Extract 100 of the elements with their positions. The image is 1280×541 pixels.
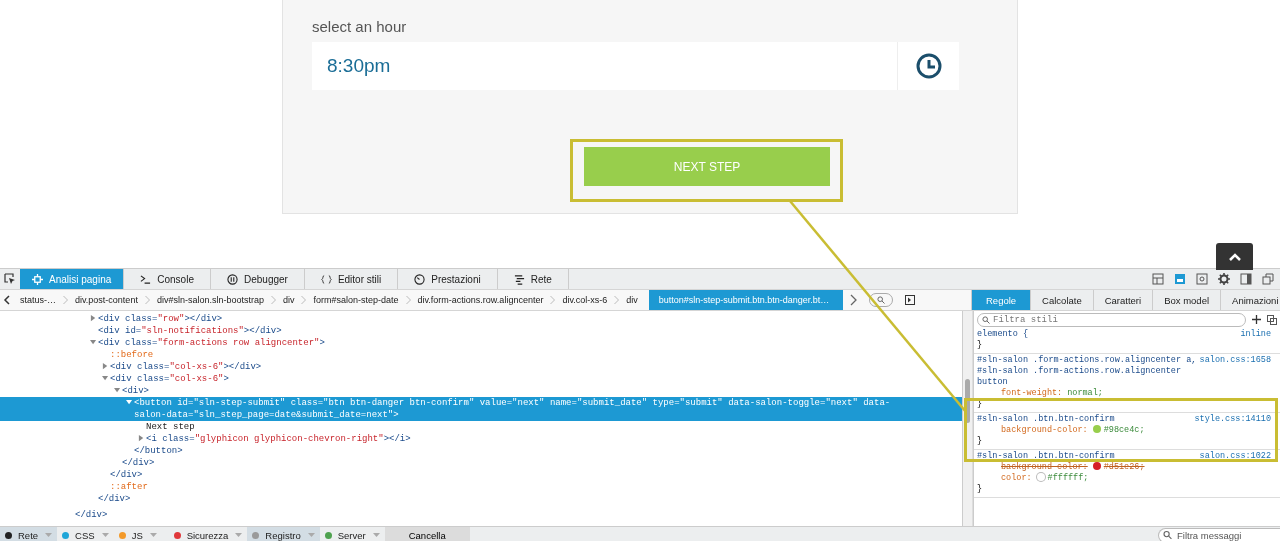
css-selector: button (977, 377, 1008, 388)
filter-styles-field[interactable]: Filtra stili (977, 312, 1246, 327)
chevron-icon (550, 295, 556, 305)
breadcrumb[interactable]: div#sln-salon.sln-bootstrap (149, 290, 271, 310)
filter-toggle[interactable]: Sicurezza (168, 527, 248, 541)
source-link[interactable]: inline (1240, 329, 1271, 340)
source-link[interactable]: salon.css:1658 (1199, 355, 1271, 366)
window-icon[interactable] (1262, 273, 1274, 285)
pseudo-element[interactable]: ::after (110, 481, 148, 493)
breadcrumb[interactable]: div.post-content (68, 290, 145, 310)
closing-tag[interactable]: </button> (134, 445, 183, 457)
pause-icon (226, 273, 238, 285)
closing-brace: } (977, 484, 983, 494)
css-property[interactable]: color: (1001, 473, 1032, 483)
copy-icon[interactable] (1267, 314, 1277, 325)
panel-icon[interactable] (1174, 273, 1186, 285)
breadcrumb[interactable]: status-… (13, 290, 63, 310)
sidebar-tab[interactable]: Box model (1153, 290, 1222, 310)
search-icon (1163, 530, 1172, 540)
expanded-twisty-icon[interactable] (114, 387, 121, 394)
caret-icon (371, 532, 381, 538)
hour-label: select an hour (312, 18, 407, 35)
css-property[interactable]: background-color: (1001, 425, 1088, 435)
source-link[interactable]: style.css:14110 (1194, 414, 1271, 425)
sidebar-tab[interactable]: Caratteri (1093, 290, 1154, 310)
css-property[interactable]: font-weight: (1001, 388, 1063, 398)
devtools-tab[interactable]: Rete (497, 269, 569, 289)
braces-icon (320, 273, 332, 285)
filter-messages-field[interactable]: Filtra messaggi (1158, 527, 1280, 541)
source-link[interactable]: salon.css:1022 (1199, 451, 1271, 462)
search-icon (982, 315, 990, 324)
closing-tag[interactable]: </div> (98, 493, 131, 505)
filter-toggle[interactable]: CSS (57, 527, 114, 541)
expanded-twisty-icon[interactable] (126, 399, 133, 406)
sidebar-toggle-icon[interactable] (905, 295, 916, 305)
css-value[interactable]: #d51e26; (1103, 462, 1145, 472)
devtools-tab[interactable]: Editor stili (304, 269, 399, 289)
caret-icon (234, 532, 244, 538)
chevron-icon (301, 295, 307, 305)
css-value[interactable]: #ffffff; (1047, 473, 1089, 483)
element-tag[interactable]: <div> (122, 385, 892, 397)
devtools-tab[interactable]: Console (124, 269, 211, 289)
network-icon (513, 273, 525, 285)
collapsed-twisty-icon[interactable] (102, 363, 109, 370)
devtools-tab[interactable]: Debugger (210, 269, 305, 289)
scroll-top-button[interactable] (1216, 243, 1253, 270)
chevron-icon (270, 295, 276, 305)
breadcrumb[interactable]: div (275, 290, 302, 310)
clock-icon (915, 53, 942, 79)
color-swatch[interactable] (1092, 425, 1101, 433)
css-selector: #sln-salon .form-actions.row.aligncenter a, (977, 355, 1197, 366)
filter-toggle[interactable]: JS (113, 527, 169, 541)
element-tag[interactable]: <div class="col-xs-6"> (110, 373, 892, 385)
console-icon (140, 273, 152, 285)
color-swatch[interactable] (1092, 462, 1101, 470)
element-tag[interactable]: <div id="sln-notifications"></div> (98, 325, 892, 337)
chevron-icon (614, 295, 620, 305)
element-tag[interactable]: <div class="row"></div> (98, 313, 892, 325)
screenshot-icon[interactable] (1196, 273, 1208, 285)
caret-icon (306, 532, 316, 538)
filter-toggle[interactable]: Server (319, 527, 385, 541)
collapsed-twisty-icon[interactable] (138, 435, 145, 442)
text-node[interactable]: Next step (146, 421, 195, 433)
element-tag[interactable]: <div class="col-xs-6"></div> (110, 361, 892, 373)
css-value[interactable]: normal; (1067, 388, 1103, 398)
color-swatch[interactable] (1036, 473, 1045, 481)
chevron-up-icon (1227, 251, 1242, 262)
css-selector: #sln-salon .form-actions.row.aligncenter (977, 366, 1182, 377)
breadcrumb[interactable]: div.form-actions.row.aligncenter (410, 290, 551, 310)
element-tag[interactable]: <i class="glyphicon glyphicon-chevron-right"></i> (146, 433, 892, 445)
expanded-twisty-icon[interactable] (102, 375, 109, 382)
add-icon[interactable] (1252, 315, 1261, 324)
scrollbar[interactable] (963, 311, 973, 526)
caret-icon (44, 532, 54, 538)
dock-side-icon[interactable] (1240, 273, 1252, 285)
filter-toggle[interactable]: Rete (0, 527, 58, 541)
breadcrumb[interactable]: form#salon-step-date (306, 290, 406, 310)
caret-icon (100, 532, 110, 538)
settings-icon[interactable] (1218, 273, 1230, 285)
element-picker-icon[interactable] (4, 273, 16, 285)
filter-toggle[interactable]: Registro (247, 527, 320, 541)
sidebar-tab[interactable]: Calcolate (1031, 290, 1094, 310)
closing-tag[interactable]: </div> (122, 457, 155, 469)
css-selector: elemento { (977, 329, 1028, 340)
sidebar-tab[interactable]: Animazioni (1221, 290, 1280, 310)
clear-button[interactable]: Cancella (384, 527, 470, 541)
pseudo-element[interactable]: ::before (110, 349, 154, 361)
breadcrumb[interactable]: div (619, 290, 645, 310)
caret-icon (148, 532, 158, 538)
hour-field[interactable]: 8:30pm (312, 42, 959, 90)
element-tag[interactable]: <div class="form-actions row aligncenter"> (98, 337, 892, 349)
layout-icon[interactable] (1152, 273, 1164, 285)
breadcrumb[interactable]: div.col-xs-6 (555, 290, 615, 310)
devtools-tab[interactable]: Prestazioni (398, 269, 498, 289)
css-property[interactable]: background-color: (1001, 462, 1088, 472)
expanded-twisty-icon[interactable] (90, 339, 97, 346)
css-value[interactable]: #98ce4c; (1103, 425, 1145, 435)
closing-tag[interactable]: </div> (110, 469, 143, 481)
collapsed-twisty-icon[interactable] (90, 315, 97, 322)
closing-tag[interactable]: </div> (75, 509, 108, 521)
